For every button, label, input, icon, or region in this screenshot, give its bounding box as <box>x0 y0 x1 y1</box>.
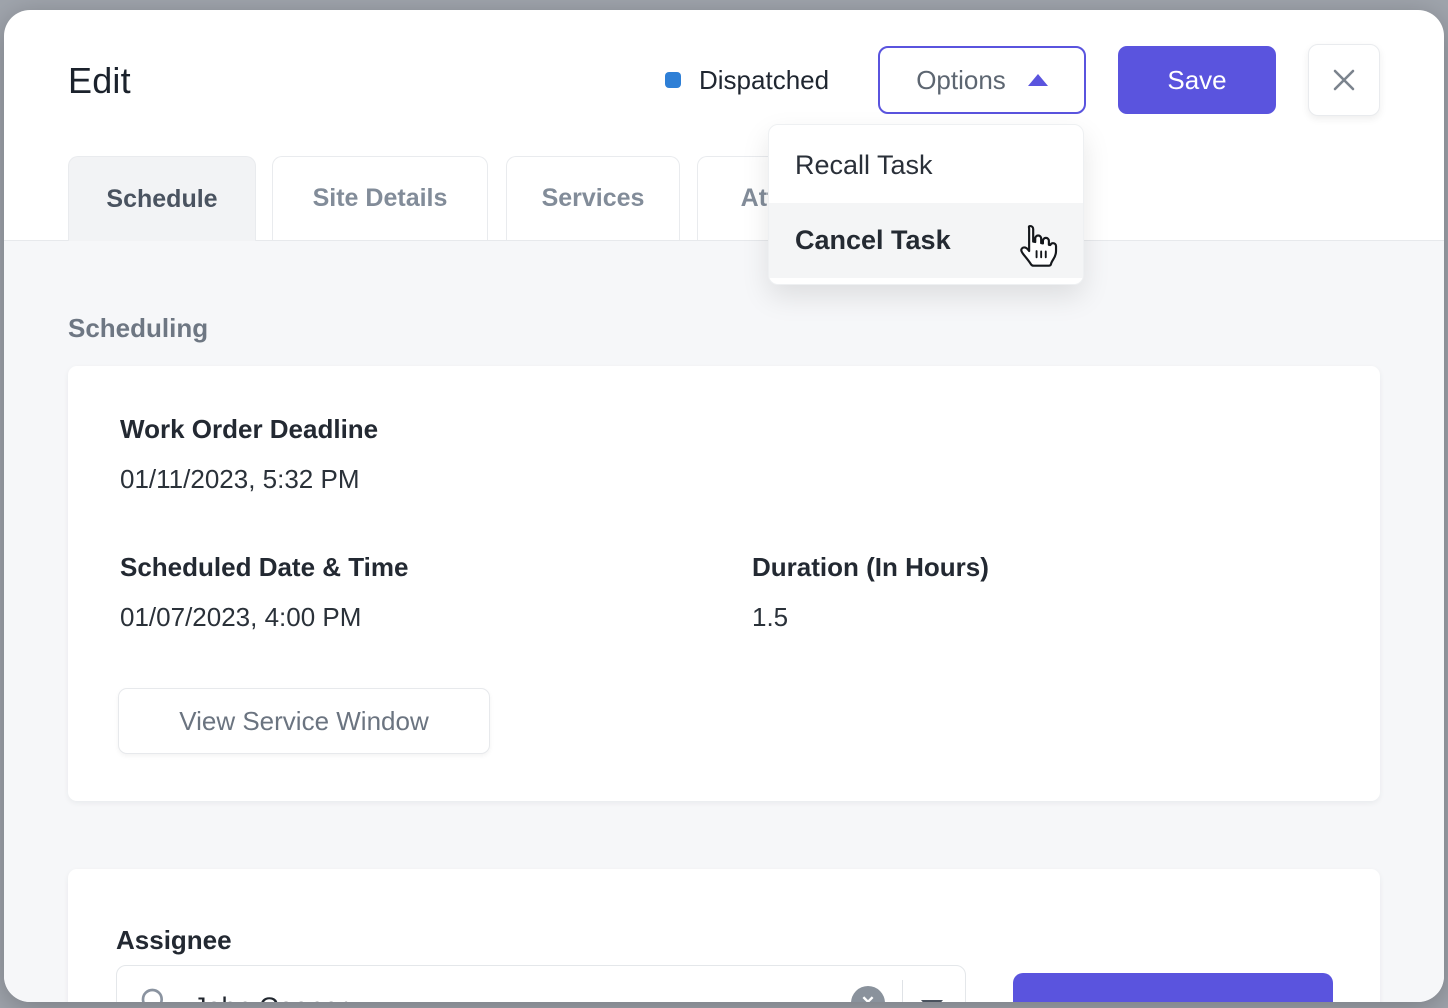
scheduling-card: Work Order Deadline 01/11/2023, 5:32 PM … <box>68 366 1380 801</box>
status-label: Dispatched <box>699 65 829 96</box>
close-button[interactable] <box>1308 44 1380 116</box>
chevron-down-icon[interactable] <box>921 1000 943 1002</box>
status-dot-icon <box>665 72 681 88</box>
options-button[interactable]: Options <box>878 46 1086 114</box>
view-technicians-button[interactable]: View Technicians <box>1013 973 1333 1002</box>
assignee-card: Assignee ✕ View Technicians <box>68 869 1380 1002</box>
scheduled-date-value: 01/07/2023, 4:00 PM <box>120 602 361 633</box>
tab-label: Site Details <box>313 184 448 213</box>
work-order-deadline-label: Work Order Deadline <box>120 414 378 445</box>
tab-label: Services <box>542 184 645 213</box>
clear-assignee-icon[interactable]: ✕ <box>851 986 885 1002</box>
duration-value: 1.5 <box>752 602 788 633</box>
save-button[interactable]: Save <box>1118 46 1276 114</box>
tab-label: Schedule <box>106 185 217 214</box>
menu-item-recall-task[interactable]: Recall Task <box>769 128 1083 203</box>
menu-item-label: Recall Task <box>795 150 933 181</box>
options-button-label: Options <box>916 65 1006 96</box>
assignee-section-title: Assignee <box>116 925 232 956</box>
work-order-deadline-value: 01/11/2023, 5:32 PM <box>120 464 359 495</box>
scheduled-date-label: Scheduled Date & Time <box>120 552 409 583</box>
menu-item-label: Cancel Task <box>795 225 951 256</box>
tab-schedule[interactable]: Schedule <box>68 156 256 241</box>
options-menu: Recall Task Cancel Task <box>768 124 1084 285</box>
schedule-tab-panel: Scheduling Work Order Deadline 01/11/202… <box>4 240 1444 1002</box>
duration-label: Duration (In Hours) <box>752 552 989 583</box>
menu-item-cancel-task[interactable]: Cancel Task <box>769 203 1083 278</box>
assignee-search-box: ✕ <box>116 965 966 1002</box>
close-icon <box>1328 64 1360 96</box>
page-title: Edit <box>68 60 131 102</box>
search-icon <box>139 986 171 1002</box>
edit-task-modal: Edit Dispatched Options Save Schedule Si… <box>4 10 1444 1002</box>
status-badge: Dispatched <box>665 62 829 98</box>
tab-services[interactable]: Services <box>506 156 680 240</box>
assignee-search-input[interactable] <box>191 986 755 1002</box>
view-service-window-button[interactable]: View Service Window <box>118 688 490 754</box>
scheduling-section-title: Scheduling <box>68 313 208 344</box>
chevron-up-icon <box>1028 74 1048 86</box>
tab-site-details[interactable]: Site Details <box>272 156 488 240</box>
input-divider <box>902 980 903 1002</box>
